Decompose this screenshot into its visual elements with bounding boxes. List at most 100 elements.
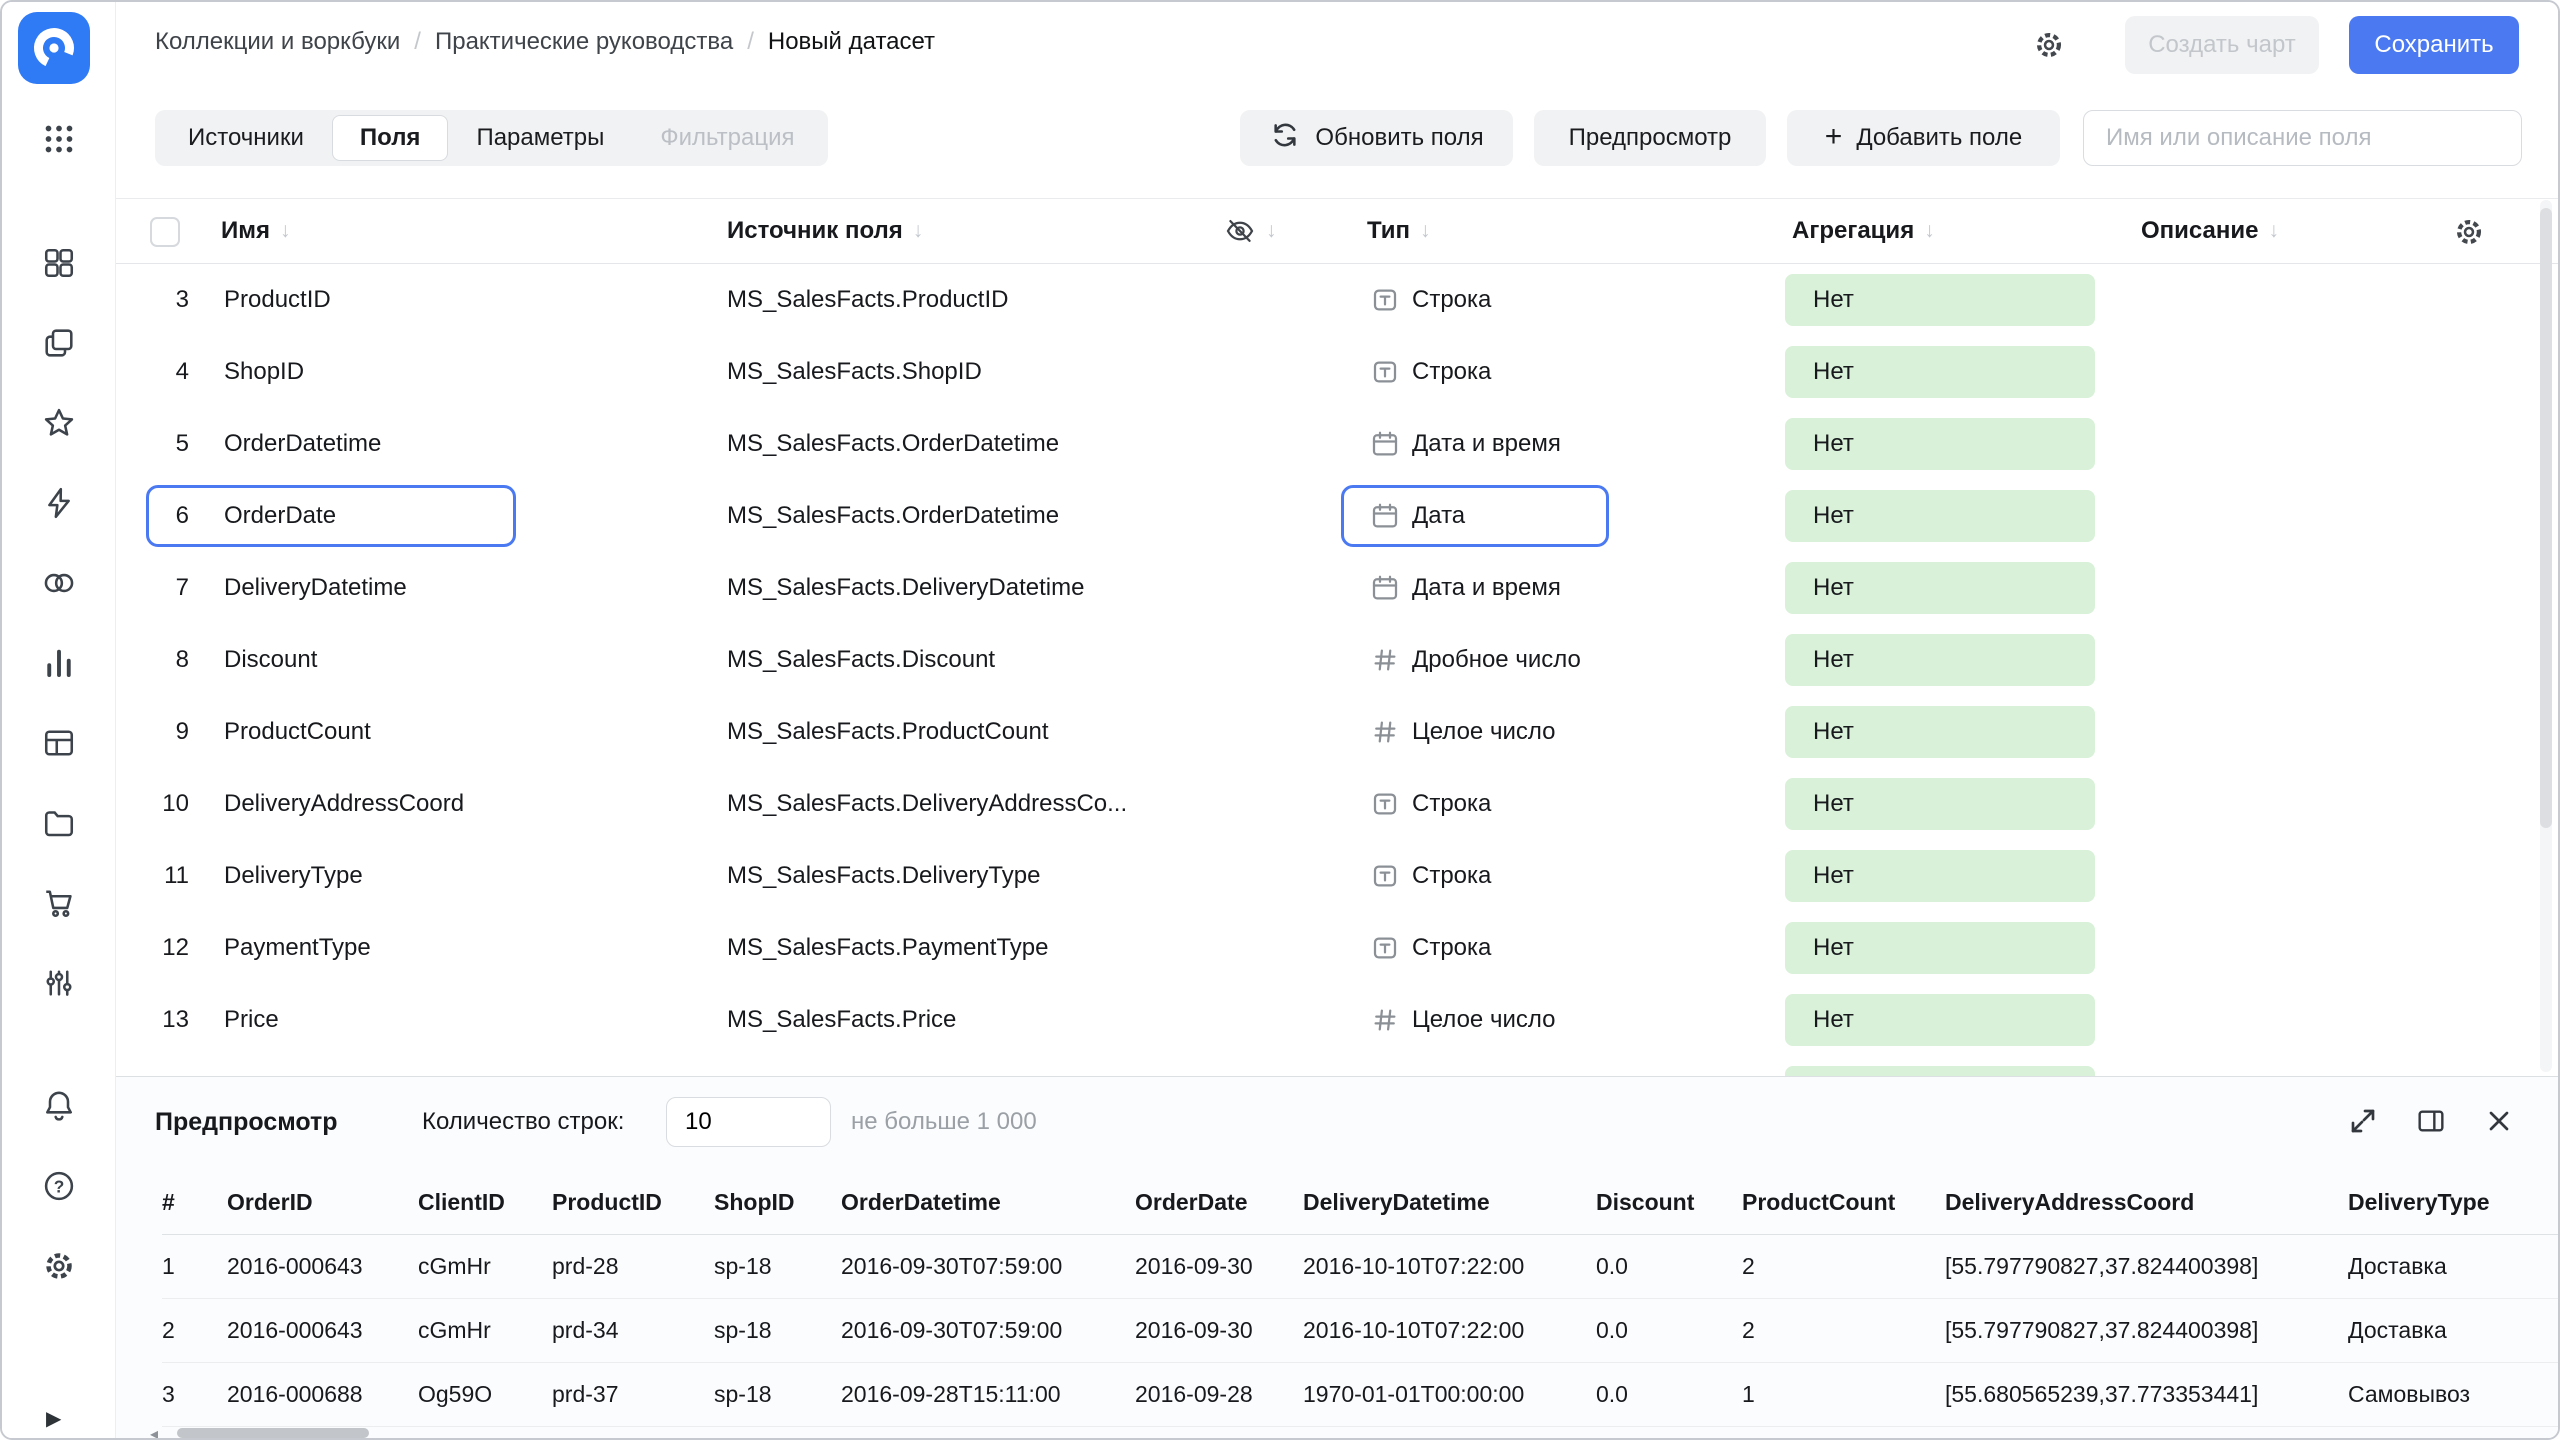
sidebar-collapse-arrow-icon[interactable]: ▶ xyxy=(46,1406,61,1431)
folder-icon[interactable] xyxy=(2,783,116,863)
field-type-cell[interactable]: Дата и время xyxy=(1341,557,1609,619)
column-header-type[interactable]: Тип↓ xyxy=(1367,199,1431,263)
field-type-cell[interactable]: Строка xyxy=(1341,341,1609,403)
scroll-left-arrow-icon[interactable]: ◂ xyxy=(150,1424,158,1440)
lightning-icon[interactable] xyxy=(2,463,116,543)
aggregation-select[interactable]: Нет xyxy=(1785,562,2095,614)
services-circles-icon[interactable] xyxy=(2,543,116,623)
preview-toggle-button[interactable]: Предпросмотр xyxy=(1534,110,1766,166)
help-icon[interactable]: ? xyxy=(2,1146,116,1226)
field-type-cell[interactable]: Строка xyxy=(1341,917,1609,979)
column-header-source[interactable]: Источник поля↓ xyxy=(727,199,923,263)
field-row[interactable]: 10DeliveryAddressCoord MS_SalesFacts.Deli… xyxy=(116,768,2560,840)
field-source[interactable]: MS_SalesFacts.ProductID xyxy=(727,264,1008,336)
table-icon[interactable] xyxy=(2,703,116,783)
field-row[interactable]: 5OrderDatetime MS_SalesFacts.OrderDatetim… xyxy=(116,408,2560,480)
field-row[interactable]: 7DeliveryDatetime MS_SalesFacts.DeliveryD… xyxy=(116,552,2560,624)
column-header-description[interactable]: Описание↓ xyxy=(2141,199,2279,263)
field-source[interactable]: MS_SalesFacts.ProductCount xyxy=(727,696,1048,768)
field-search-input[interactable] xyxy=(2083,110,2522,166)
field-type-cell[interactable]: Дата xyxy=(1341,485,1609,547)
aggregation-select[interactable]: Нет xyxy=(1785,490,2095,542)
expand-preview-icon[interactable] xyxy=(2345,1103,2381,1139)
field-row[interactable]: 12PaymentType MS_SalesFacts.PaymentType Ст… xyxy=(116,912,2560,984)
dataset-settings-gear-icon[interactable] xyxy=(2029,25,2069,65)
field-source[interactable]: MS_SalesFacts.ShopID xyxy=(727,336,982,408)
field-name-cell[interactable]: 3ProductID xyxy=(146,269,516,331)
field-type-cell[interactable]: Строка xyxy=(1341,773,1609,835)
aggregation-select[interactable]: Нет xyxy=(1785,706,2095,758)
widgets-icon[interactable] xyxy=(2,223,116,303)
field-name-cell[interactable]: 7DeliveryDatetime xyxy=(146,557,516,619)
favorites-star-icon[interactable] xyxy=(2,383,116,463)
columns-settings-gear-icon[interactable] xyxy=(2452,215,2486,256)
field-name-cell[interactable]: 13Price xyxy=(146,989,516,1051)
field-type-cell[interactable]: Строка xyxy=(1341,269,1609,331)
preview-horizontal-scrollbar[interactable]: ◂ xyxy=(150,1426,2550,1440)
tab-parameters[interactable]: Параметры xyxy=(448,115,632,161)
scrollbar-thumb[interactable] xyxy=(2540,208,2552,828)
aggregation-select[interactable]: Нет xyxy=(1785,418,2095,470)
field-type-cell[interactable]: Строка xyxy=(1341,845,1609,907)
field-name-cell[interactable]: 9ProductCount xyxy=(146,701,516,763)
aggregation-select[interactable]: Нет xyxy=(1785,850,2095,902)
create-chart-button[interactable]: Создать чарт xyxy=(2125,16,2319,74)
add-field-button[interactable]: + Добавить поле xyxy=(1787,110,2060,166)
bar-chart-icon[interactable] xyxy=(2,623,116,703)
field-name-cell[interactable]: 6OrderDate xyxy=(146,485,516,547)
apps-grid-icon[interactable] xyxy=(2,102,116,176)
column-header-name[interactable]: Имя↓ xyxy=(221,199,291,263)
field-type-cell[interactable]: Дробное число xyxy=(1341,629,1609,691)
sliders-icon[interactable] xyxy=(2,943,116,1023)
field-source[interactable]: MS_SalesFacts.OrderDatetime xyxy=(727,480,1059,552)
refresh-fields-button[interactable]: Обновить поля xyxy=(1240,110,1513,166)
field-source[interactable]: MS_SalesFacts.DeliveryAddressCo... xyxy=(727,768,1127,840)
breadcrumb-item-collections[interactable]: Коллекции и воркбуки xyxy=(155,28,400,56)
datalens-logo[interactable] xyxy=(18,12,90,84)
field-source[interactable]: MS_SalesFacts.DeliveryDatetime xyxy=(727,552,1084,624)
close-preview-icon[interactable] xyxy=(2481,1103,2517,1139)
field-source[interactable]: MS_SalesFacts.PaymentType xyxy=(727,912,1048,984)
field-row[interactable]: 4ShopID MS_SalesFacts.ShopID Строка Нет xyxy=(116,336,2560,408)
tab-fields[interactable]: Поля xyxy=(332,115,449,161)
scrollbar-thumb[interactable] xyxy=(177,1428,369,1438)
field-name-cell[interactable]: 8Discount xyxy=(146,629,516,691)
field-type-cell[interactable]: Целое число xyxy=(1341,989,1609,1051)
field-name-cell[interactable]: 5OrderDatetime xyxy=(146,413,516,475)
field-name-cell[interactable]: 10DeliveryAddressCoord xyxy=(146,773,516,835)
breadcrumb-item-guides[interactable]: Практические руководства xyxy=(435,28,733,56)
field-source[interactable]: MS_SalesFacts.Price xyxy=(727,984,956,1056)
workbooks-icon[interactable] xyxy=(2,303,116,383)
column-header-visibility[interactable]: ↓ xyxy=(1224,199,1277,263)
field-source[interactable]: MS_SalesFacts.OrderDatetime xyxy=(727,408,1059,480)
aggregation-select[interactable]: Нет xyxy=(1785,346,2095,398)
field-name-cell[interactable]: 12PaymentType xyxy=(146,917,516,979)
aggregation-select[interactable]: Нет xyxy=(1785,778,2095,830)
aggregation-select[interactable]: Нет xyxy=(1785,922,2095,974)
aggregation-select[interactable]: Нет xyxy=(1785,274,2095,326)
fields-vertical-scrollbar[interactable] xyxy=(2540,200,2552,1072)
field-row[interactable]: 6OrderDate MS_SalesFacts.OrderDatetime Дат… xyxy=(116,480,2560,552)
field-name-cell[interactable]: 4ShopID xyxy=(146,341,516,403)
field-type-cell[interactable]: Целое число xyxy=(1341,701,1609,763)
field-row[interactable]: 13Price MS_SalesFacts.Price Целое число Нет xyxy=(116,984,2560,1056)
aggregation-select[interactable]: Нет xyxy=(1785,994,2095,1046)
aggregation-select[interactable]: Нет xyxy=(1785,634,2095,686)
split-view-icon[interactable] xyxy=(2413,1103,2449,1139)
column-header-aggregation[interactable]: Агрегация↓ xyxy=(1792,199,1935,263)
field-row[interactable]: 3ProductID MS_SalesFacts.ProductID Строка Н… xyxy=(116,264,2560,336)
save-button[interactable]: Сохранить xyxy=(2349,16,2519,74)
select-all-checkbox[interactable] xyxy=(150,217,180,247)
settings-gear-icon[interactable] xyxy=(2,1226,116,1306)
field-source[interactable]: MS_SalesFacts.DeliveryType xyxy=(727,840,1040,912)
tab-sources[interactable]: Источники xyxy=(160,115,332,161)
field-row[interactable]: 11DeliveryType MS_SalesFacts.DeliveryType… xyxy=(116,840,2560,912)
bell-icon[interactable] xyxy=(2,1066,116,1146)
field-row[interactable]: 8Discount MS_SalesFacts.Discount Дробное ч… xyxy=(116,624,2560,696)
field-name-cell[interactable]: 11DeliveryType xyxy=(146,845,516,907)
field-row[interactable]: 9ProductCount MS_SalesFacts.ProductCount Ц… xyxy=(116,696,2560,768)
field-source[interactable]: MS_SalesFacts.Discount xyxy=(727,624,995,696)
field-type-cell[interactable]: Дата и время xyxy=(1341,413,1609,475)
row-count-input[interactable] xyxy=(666,1097,831,1147)
cart-icon[interactable] xyxy=(2,863,116,943)
